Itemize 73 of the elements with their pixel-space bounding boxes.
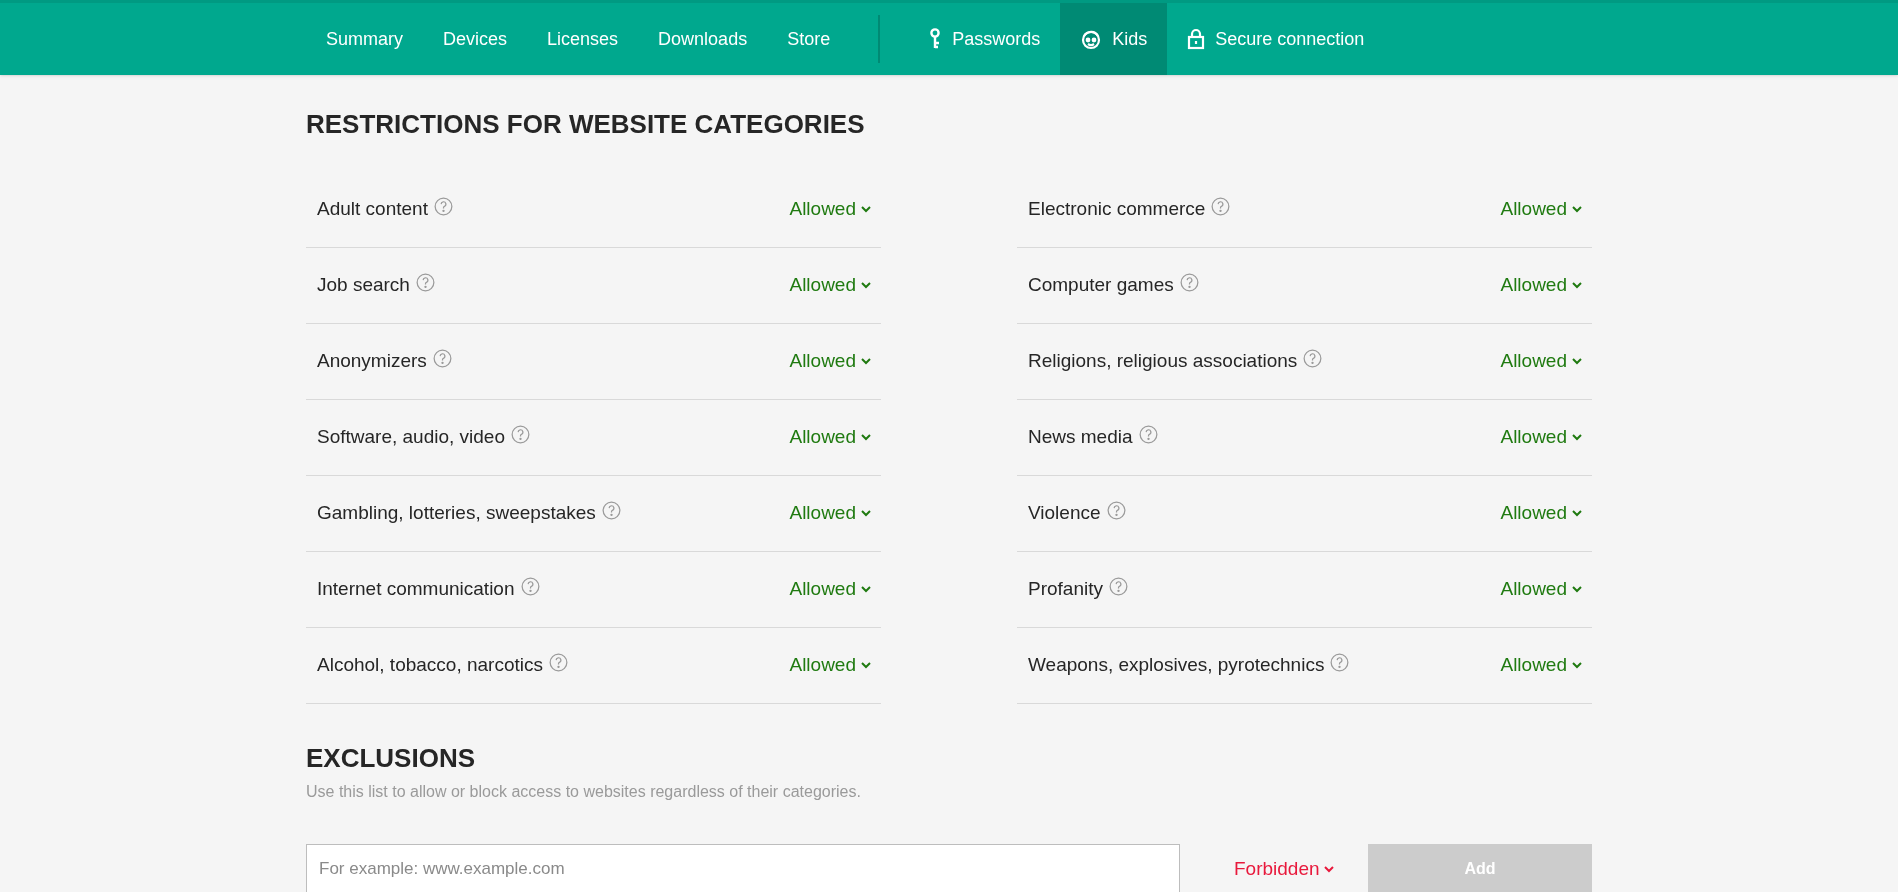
help-icon[interactable]: [1179, 273, 1199, 292]
category-label: Job search: [317, 273, 410, 298]
chevron-down-icon: [861, 586, 871, 593]
help-icon[interactable]: [432, 349, 452, 368]
kid-face-icon: [1080, 28, 1103, 50]
category-label: Computer games: [1028, 273, 1174, 298]
status-dropdown[interactable]: Allowed: [789, 423, 871, 452]
chevron-down-icon: [1572, 662, 1582, 669]
url-input-field[interactable]: For example: www.example.com: [306, 844, 1180, 892]
help-icon[interactable]: [415, 273, 435, 292]
status-dropdown[interactable]: Allowed: [789, 651, 871, 680]
status-dropdown[interactable]: Allowed: [789, 347, 871, 376]
status-dropdown[interactable]: Allowed: [1500, 271, 1582, 300]
chevron-down-icon: [1572, 206, 1582, 213]
help-icon[interactable]: [549, 653, 568, 672]
nav-tab[interactable]: Licenses: [527, 3, 639, 75]
status-dropdown[interactable]: Allowed: [789, 195, 871, 224]
chevron-down-icon: [1572, 510, 1582, 517]
category-label: Weapons, explosives, pyrotechnics: [1028, 653, 1325, 678]
section-heading: RESTRICTIONS FOR WEBSITE CATEGORIES: [306, 108, 866, 140]
mode-dropdown[interactable]: Forbidden: [1234, 854, 1334, 884]
status-dropdown[interactable]: Allowed: [789, 499, 871, 528]
chevron-down-icon: [861, 206, 871, 213]
help-icon[interactable]: [433, 197, 453, 216]
status-dropdown[interactable]: Allowed: [1500, 347, 1582, 376]
nav-tab[interactable]: Downloads: [638, 3, 768, 75]
chevron-down-icon: [1572, 282, 1582, 289]
status-dropdown[interactable]: Allowed: [1500, 195, 1582, 224]
category-label: Anonymizers: [317, 349, 427, 374]
nav-tab[interactable]: Store: [767, 3, 851, 75]
help-icon[interactable]: [1330, 653, 1350, 672]
category-label: Profanity: [1028, 577, 1103, 602]
chevron-down-icon: [1323, 865, 1334, 873]
nav-tab[interactable]: Kids: [1060, 3, 1168, 75]
category-label: Internet communication: [317, 577, 515, 602]
category-label: News media: [1028, 425, 1133, 450]
chevron-down-icon: [1572, 586, 1582, 593]
lock-icon: [1187, 28, 1206, 50]
chevron-down-icon: [861, 434, 871, 441]
section-heading: EXCLUSIONS: [306, 742, 477, 774]
category-label: Religions, religious associations: [1028, 349, 1298, 374]
nav-tab[interactable]: Secure connection: [1167, 3, 1385, 75]
chevron-down-icon: [861, 510, 871, 517]
status-dropdown[interactable]: Allowed: [1500, 575, 1582, 604]
chevron-down-icon: [861, 662, 871, 669]
category-label: Gambling, lotteries, sweepstakes: [317, 501, 596, 526]
nav-tab[interactable]: Summary: [306, 3, 423, 75]
status-dropdown[interactable]: Allowed: [1500, 651, 1582, 680]
category-label: Adult content: [317, 197, 428, 222]
key-icon: [928, 28, 943, 50]
help-icon[interactable]: [1211, 197, 1231, 216]
help-icon[interactable]: [1138, 425, 1158, 444]
chevron-down-icon: [861, 358, 871, 365]
help-icon[interactable]: [1303, 349, 1323, 368]
category-label: Electronic commerce: [1028, 197, 1206, 222]
chevron-down-icon: [1572, 434, 1582, 441]
chevron-down-icon: [1572, 358, 1582, 365]
nav-tab[interactable]: Devices: [423, 3, 528, 75]
chevron-down-icon: [861, 282, 871, 289]
category-label: Alcohol, tobacco, narcotics: [317, 653, 543, 678]
help-icon[interactable]: [1109, 577, 1128, 596]
description-text: Use this list to allow or block access to websites regardless of their categories.: [306, 782, 862, 802]
help-icon[interactable]: [511, 425, 530, 444]
category-label: Violence: [1028, 501, 1101, 526]
status-dropdown[interactable]: Allowed: [1500, 423, 1582, 452]
status-dropdown[interactable]: Allowed: [789, 575, 871, 604]
help-icon[interactable]: [601, 501, 621, 520]
status-dropdown[interactable]: Allowed: [789, 271, 871, 300]
help-icon[interactable]: [520, 577, 540, 596]
category-label: Software, audio, video: [317, 425, 505, 450]
nav-tab[interactable]: Passwords: [908, 3, 1061, 75]
help-icon[interactable]: [1106, 501, 1126, 520]
status-dropdown[interactable]: Allowed: [1500, 499, 1582, 528]
